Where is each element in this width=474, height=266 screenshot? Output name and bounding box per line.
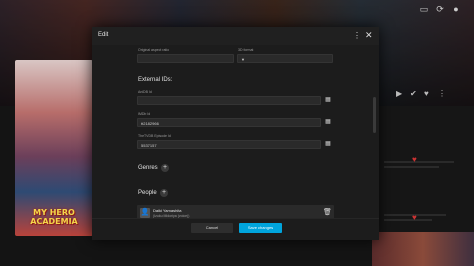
background-text-line [384, 161, 454, 163]
more-icon[interactable]: ⋮ [438, 89, 446, 98]
add-person-button[interactable]: + [160, 189, 168, 197]
chevron-down-icon: ▼ [241, 56, 245, 62]
series-poster: MY HERO ACADEMIA [15, 60, 93, 236]
heart-icon[interactable]: ♥ [412, 155, 417, 164]
original-aspect-ratio-input[interactable] [137, 54, 234, 63]
tvdb-episode-id-value: 5537157 [141, 142, 157, 148]
imdb-id-label: IMDb Id [138, 112, 151, 116]
user-icon[interactable]: ● [451, 4, 461, 14]
close-icon[interactable]: ✕ [365, 30, 373, 40]
3d-format-select[interactable]: ▼ [237, 54, 333, 63]
person-icon: 👤 [140, 208, 150, 218]
episode-thumbnail [372, 232, 474, 266]
background-text-line [384, 166, 439, 168]
person-role: (Izuku Midoriya (voice)) [153, 213, 190, 218]
imdb-id-input[interactable]: tt2182966 [137, 118, 321, 127]
top-bar: ▭ ⟳ ● [0, 0, 474, 16]
calendar-icon[interactable]: ▦ [324, 140, 332, 148]
people-title: People [138, 190, 157, 196]
cast-icon[interactable]: ▭ [419, 4, 429, 14]
save-changes-button[interactable]: Save changes [239, 223, 282, 233]
dialog-footer: Cancel Save changes [92, 218, 379, 240]
sync-icon[interactable]: ⟳ [435, 4, 445, 14]
person-name: Daiki Yamashita [153, 208, 182, 213]
dialog-scrollbar[interactable] [373, 97, 376, 133]
tvdb-episode-id-label: TheTVDB Episode Id [138, 134, 171, 138]
poster-logo: MY HERO ACADEMIA [30, 208, 78, 226]
check-icon[interactable]: ✔ [410, 89, 417, 98]
genres-title: Genres [138, 165, 158, 171]
dialog-header: Edit ⋮ ✕ [92, 27, 379, 45]
add-genre-button[interactable]: + [161, 164, 169, 172]
person-card[interactable]: 👤 Daiki Yamashita (Izuku Midoriya (voice… [137, 205, 334, 218]
anidb-id-label: AniDB Id [138, 90, 152, 94]
heart-icon[interactable]: ♥ [412, 213, 417, 222]
dialog-title: Edit [98, 32, 109, 38]
play-icon[interactable]: ▶ [396, 89, 402, 98]
heart-icon[interactable]: ♥ [424, 89, 429, 98]
calendar-icon[interactable]: ▦ [324, 118, 332, 126]
anidb-id-input[interactable] [137, 96, 321, 105]
original-aspect-ratio-label: Original aspect ratio [138, 48, 170, 52]
3d-format-label: 3D format [238, 48, 254, 52]
background-text-line [384, 219, 432, 221]
delete-person-icon[interactable]: 🗑 [323, 208, 332, 218]
tvdb-episode-id-input[interactable]: 5537157 [137, 140, 321, 149]
external-ids-title: External IDs: [138, 77, 173, 83]
cancel-button[interactable]: Cancel [191, 223, 233, 233]
more-menu-icon[interactable]: ⋮ [353, 31, 361, 41]
imdb-id-value: tt2182966 [141, 120, 159, 126]
edit-dialog: Edit ⋮ ✕ Original aspect ratio 3D format… [92, 27, 379, 240]
calendar-icon[interactable]: ▦ [324, 96, 332, 104]
dialog-body: Original aspect ratio 3D format ▼ Extern… [92, 45, 379, 218]
